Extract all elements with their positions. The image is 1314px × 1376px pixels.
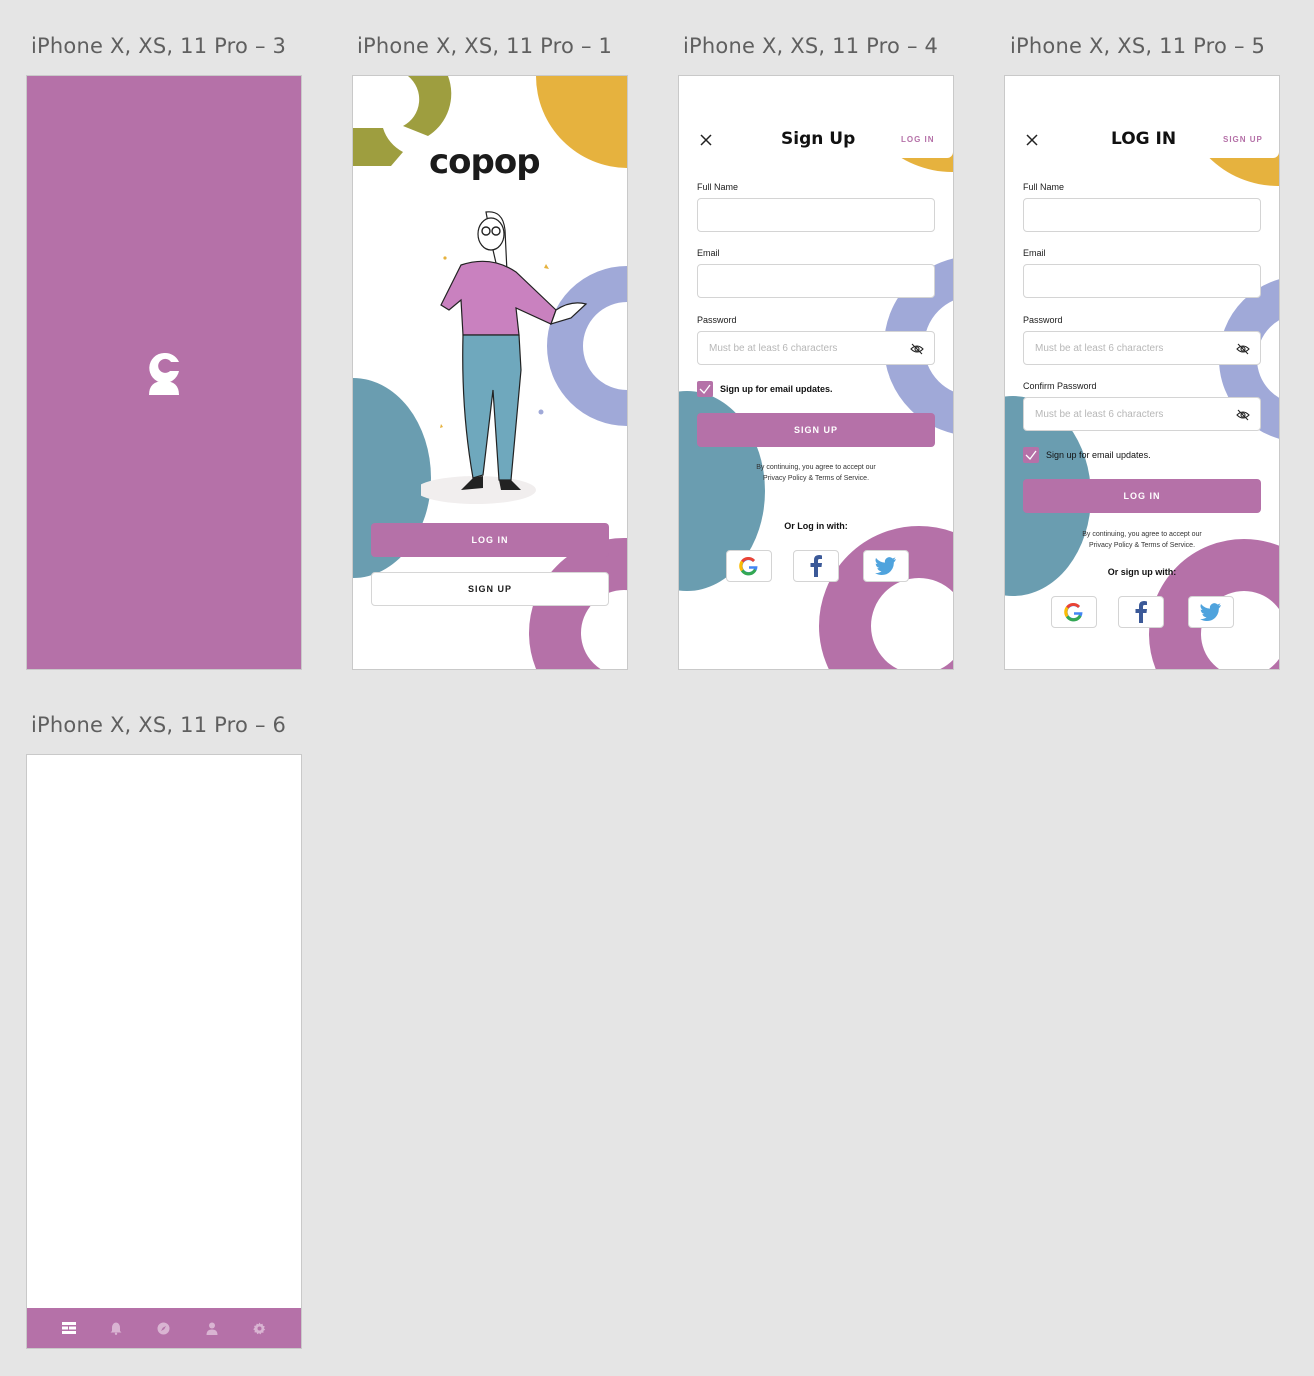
confirm-password-label: Confirm Password xyxy=(1023,381,1097,391)
compass-icon xyxy=(157,1322,170,1334)
signup-submit-button[interactable]: SIGN UP xyxy=(697,413,935,447)
email-updates-checkbox[interactable] xyxy=(1023,447,1039,463)
google-signup-button[interactable] xyxy=(1051,596,1097,628)
tab-explore[interactable] xyxy=(152,1316,176,1340)
tab-dashboard[interactable] xyxy=(57,1316,81,1340)
facebook-login-button[interactable] xyxy=(793,550,839,582)
header-signup-link[interactable]: SIGN UP xyxy=(1223,135,1263,144)
password-placeholder: Must be at least 6 characters xyxy=(1035,343,1164,354)
email-label: Email xyxy=(697,248,720,258)
tab-notifications[interactable] xyxy=(104,1316,128,1340)
twitter-icon xyxy=(1200,603,1221,621)
twitter-signup-button[interactable] xyxy=(1188,596,1234,628)
woman-illustration xyxy=(421,211,588,504)
twitter-login-button[interactable] xyxy=(863,550,909,582)
login-screen: LOG IN SIGN UP Full Name Email Password … xyxy=(1004,75,1280,670)
artboard-title-login[interactable]: iPhone X, XS, 11 Pro – 5 xyxy=(1010,34,1265,58)
user-icon xyxy=(206,1322,218,1335)
signup-screen: Sign Up LOG IN Full Name Email Password … xyxy=(678,75,954,670)
password-label: Password xyxy=(1023,315,1063,325)
email-updates-label: Sign up for email updates. xyxy=(720,384,833,394)
welcome-screen: copop LOG IN SIGN UP xyxy=(352,75,628,670)
close-icon[interactable] xyxy=(699,133,713,147)
login-submit-button[interactable]: LOG IN xyxy=(1023,479,1261,513)
artboard-title-welcome[interactable]: iPhone X, XS, 11 Pro – 1 xyxy=(357,34,612,58)
tab-settings[interactable] xyxy=(247,1316,271,1340)
legal-line-2[interactable]: Privacy Policy & Terms of Service. xyxy=(697,473,935,484)
google-icon xyxy=(1064,602,1083,622)
confirm-password-placeholder: Must be at least 6 characters xyxy=(1035,409,1164,420)
full-name-label: Full Name xyxy=(697,182,739,192)
facebook-icon xyxy=(1135,601,1147,623)
eye-off-icon[interactable] xyxy=(910,342,924,356)
social-signup-prompt: Or sign up with: xyxy=(1107,567,1177,577)
signup-button[interactable]: SIGN UP xyxy=(371,572,609,606)
copop-c-icon xyxy=(149,352,179,395)
page-title: Sign Up xyxy=(781,129,856,149)
artboard-title-home[interactable]: iPhone X, XS, 11 Pro – 6 xyxy=(31,713,286,737)
password-label: Password xyxy=(697,315,737,325)
mustard-decor-circle xyxy=(536,76,627,168)
purple-decor-ring xyxy=(819,526,953,669)
legal-line-2[interactable]: Privacy Policy & Terms of Service. xyxy=(1023,540,1261,551)
home-screen xyxy=(26,754,302,1349)
login-button[interactable]: LOG IN xyxy=(371,523,609,557)
check-icon xyxy=(699,384,711,394)
legal-line-1: By continuing, you agree to accept our xyxy=(756,464,876,471)
page-title: LOG IN xyxy=(1111,129,1177,149)
email-updates-checkbox[interactable] xyxy=(697,381,713,397)
facebook-icon xyxy=(810,555,822,577)
full-name-field[interactable] xyxy=(1023,198,1261,232)
password-field[interactable]: Must be at least 6 characters xyxy=(1023,331,1261,365)
social-login-prompt: Or Log in with: xyxy=(784,521,848,531)
tab-profile[interactable] xyxy=(200,1316,224,1340)
brand-logo: copop xyxy=(429,142,541,182)
twitter-icon xyxy=(875,557,896,575)
confirm-password-field[interactable]: Must be at least 6 characters xyxy=(1023,397,1261,431)
bottom-tab-bar xyxy=(27,1308,301,1348)
header-login-link[interactable]: LOG IN xyxy=(901,135,935,144)
full-name-label: Full Name xyxy=(1023,182,1065,192)
bell-icon xyxy=(110,1322,122,1335)
header-background-ext xyxy=(679,158,889,170)
google-icon xyxy=(739,556,758,576)
legal-text: By continuing, you agree to accept our P… xyxy=(1023,529,1261,551)
eye-off-icon[interactable] xyxy=(1236,342,1250,356)
password-field[interactable]: Must be at least 6 characters xyxy=(697,331,935,365)
email-field[interactable] xyxy=(697,264,935,298)
full-name-field[interactable] xyxy=(697,198,935,232)
splash-screen xyxy=(26,75,302,670)
legal-line-1: By continuing, you agree to accept our xyxy=(1082,531,1202,538)
check-icon xyxy=(1025,450,1037,460)
email-label: Email xyxy=(1023,248,1046,258)
artboard-title-splash[interactable]: iPhone X, XS, 11 Pro – 3 xyxy=(31,34,286,58)
artboard-title-signup[interactable]: iPhone X, XS, 11 Pro – 4 xyxy=(683,34,938,58)
email-field[interactable] xyxy=(1023,264,1261,298)
google-login-button[interactable] xyxy=(726,550,772,582)
dashboard-icon xyxy=(61,1322,76,1334)
email-updates-label: Sign up for email updates. xyxy=(1046,450,1151,460)
close-icon[interactable] xyxy=(1025,133,1039,147)
legal-text: By continuing, you agree to accept our P… xyxy=(697,462,935,484)
eye-off-icon[interactable] xyxy=(1236,408,1250,422)
gear-icon xyxy=(252,1322,265,1334)
password-placeholder: Must be at least 6 characters xyxy=(709,343,838,354)
facebook-signup-button[interactable] xyxy=(1118,596,1164,628)
